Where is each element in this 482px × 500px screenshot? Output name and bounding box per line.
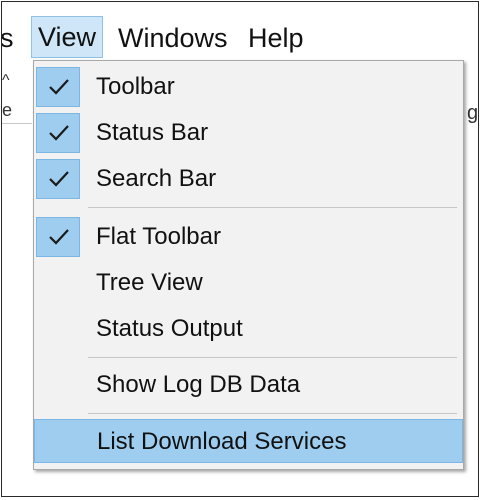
menu-prev-partial[interactable]: s: [2, 16, 14, 60]
background-toolbar-glyph: ^: [2, 72, 10, 89]
background-toolbar-text-right: g: [467, 102, 479, 124]
menu-item-show-log-db-data[interactable]: Show Log DB Data: [34, 363, 463, 407]
background-divider: [2, 123, 32, 124]
menu-item-toolbar[interactable]: Toolbar: [34, 65, 463, 109]
checkmark-icon: [49, 229, 69, 245]
checkmark-icon: [49, 125, 69, 141]
menu-separator: [88, 357, 457, 358]
menu-item-status-output[interactable]: Status Output: [34, 307, 463, 351]
menu-item-label: Search Bar: [96, 165, 217, 192]
checkmark-icon: [49, 79, 69, 95]
menu-item-label: Status Bar: [96, 119, 209, 146]
checkmark-box: [36, 113, 80, 153]
menu-item-status-bar[interactable]: Status Bar: [34, 111, 463, 155]
view-menu-dropdown: Toolbar Status Bar Search Bar Flat Toolb…: [33, 60, 464, 470]
menu-item-label: Flat Toolbar: [96, 223, 221, 250]
menu-item-label: Show Log DB Data: [96, 371, 301, 398]
menu-item-search-bar[interactable]: Search Bar: [34, 157, 463, 201]
checkmark-icon: [49, 171, 69, 187]
menu-item-label: Tree View: [96, 269, 203, 296]
menu-item-tree-view[interactable]: Tree View: [34, 261, 463, 305]
checkmark-box: [36, 159, 80, 199]
checkmark-box: [36, 67, 80, 107]
menu-view[interactable]: View: [31, 16, 104, 58]
menu-bar: s View Windows Help: [2, 10, 478, 66]
menu-separator: [88, 207, 457, 208]
menu-help[interactable]: Help: [242, 16, 310, 60]
menu-item-label: Status Output: [96, 315, 243, 342]
menu-item-label: List Download Services: [97, 428, 347, 455]
menu-item-label: Toolbar: [96, 73, 175, 100]
app-window: s View Windows Help ^ e g Toolbar Status…: [1, 1, 479, 497]
checkmark-box: [36, 217, 80, 257]
menu-item-flat-toolbar[interactable]: Flat Toolbar: [34, 215, 463, 259]
menu-separator: [88, 413, 457, 414]
menu-windows[interactable]: Windows: [112, 16, 234, 60]
background-toolbar-text: e: [2, 100, 13, 120]
menu-item-list-download-services[interactable]: List Download Services: [34, 419, 463, 463]
